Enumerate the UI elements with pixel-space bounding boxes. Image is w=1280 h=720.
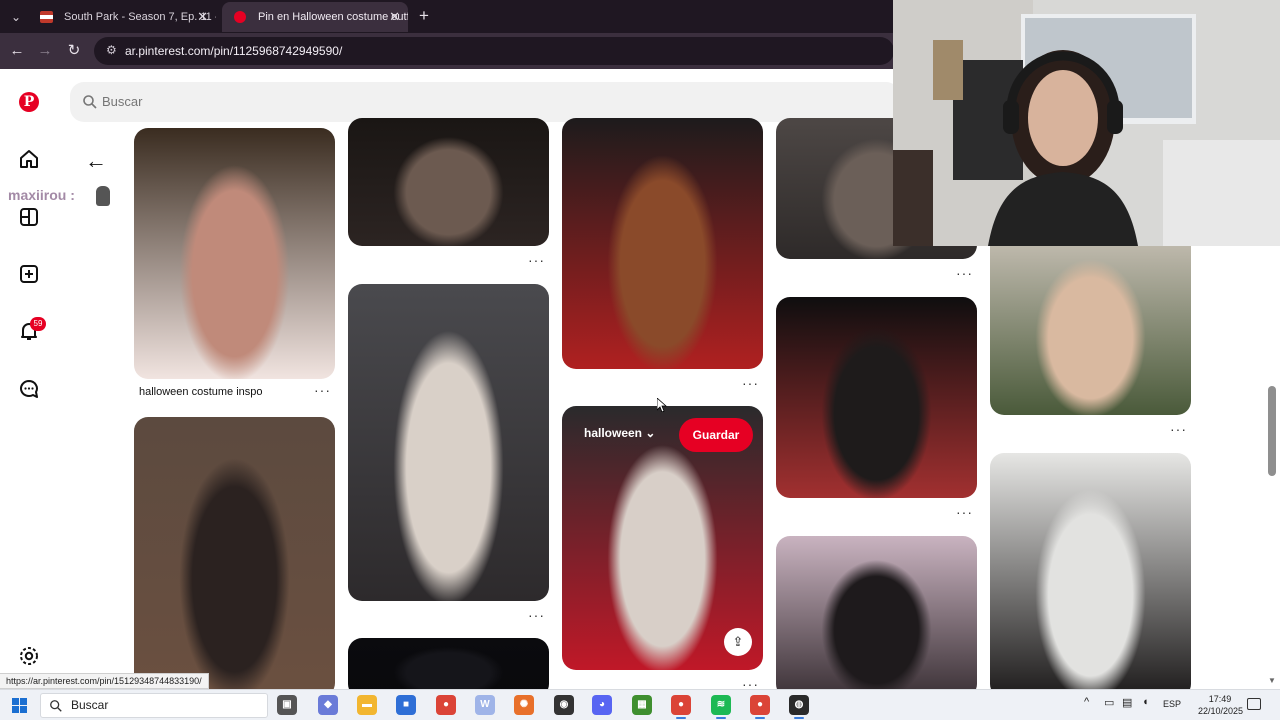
pin-caption: halloween costume inspo <box>139 386 263 398</box>
input-language[interactable]: ESP <box>1163 699 1181 709</box>
spotify-icon[interactable]: ≋ <box>711 695 731 719</box>
microsoft-store-icon[interactable]: ■ <box>396 695 416 715</box>
tab-pinterest[interactable]: Pin en Halloween costume outf ✕ <box>222 2 408 32</box>
pin-more-options-icon[interactable]: ··· <box>528 252 545 268</box>
explore-icon[interactable] <box>17 205 41 229</box>
site-settings-icon[interactable]: ⚙ <box>106 43 122 59</box>
settings-gear-icon[interactable] <box>17 644 41 668</box>
pinterest-favicon-icon <box>234 11 246 23</box>
messages-icon[interactable] <box>17 377 41 401</box>
pin-image[interactable] <box>348 118 549 246</box>
recording-icon[interactable]: ◍ <box>789 695 809 719</box>
chrome-icon[interactable]: ● <box>436 695 456 715</box>
clock-date: 22/10/2025 <box>1198 706 1244 716</box>
chevron-down-icon: ⌄ <box>645 426 656 440</box>
file-explorer-icon[interactable]: ▬ <box>357 695 377 715</box>
scroll-down-arrow-icon[interactable]: ▼ <box>1266 676 1278 686</box>
pin-image[interactable] <box>990 453 1191 698</box>
pin-more-options-icon[interactable]: ··· <box>956 504 973 520</box>
close-tab-icon[interactable]: ✕ <box>197 2 208 32</box>
obs-icon[interactable]: ◉ <box>554 695 574 715</box>
tray-overflow-chevron-icon[interactable]: ^ <box>1084 696 1089 708</box>
pinterest-search-bar[interactable]: Buscar <box>70 82 900 122</box>
back-button[interactable]: ← <box>7 41 27 61</box>
windows-start-icon[interactable] <box>12 698 27 713</box>
clock-time: 17:49 <box>1208 694 1232 704</box>
pin-image[interactable] <box>776 297 977 498</box>
stream-overlay-username: maxiirou : <box>8 187 75 203</box>
taskbar-search-box[interactable]: Buscar <box>40 693 268 718</box>
status-bar-url: https://ar.pinterest.com/pin/15129348744… <box>0 673 209 689</box>
close-tab-icon[interactable]: ✕ <box>389 2 400 32</box>
pin-more-options-icon[interactable]: ··· <box>956 265 973 281</box>
notification-center-icon[interactable] <box>1247 698 1261 710</box>
chrome-profile-icon[interactable]: ● <box>671 695 691 719</box>
url-bar[interactable]: ⚙ ar.pinterest.com/pin/1125968742949590/ <box>94 37 894 65</box>
pin-image[interactable] <box>134 417 335 697</box>
skull-icon <box>96 186 110 206</box>
copilot-icon[interactable]: ◆ <box>318 695 338 715</box>
save-button[interactable]: Guardar <box>679 418 753 452</box>
network-icon[interactable]: ▤ <box>1122 696 1132 709</box>
pin-image[interactable] <box>134 128 335 379</box>
volume-icon[interactable]: ◖ <box>1142 696 1149 708</box>
board-name: halloween <box>584 426 643 440</box>
url-text: ar.pinterest.com/pin/1125968742949590/ <box>125 44 343 58</box>
sun-app-icon[interactable]: ✺ <box>514 695 534 715</box>
webcam-overlay <box>893 0 1280 246</box>
pin-more-options-icon[interactable]: ··· <box>528 607 545 623</box>
tab-south-park[interactable]: South Park - Season 7, Ep. 11 - ✕ <box>28 2 216 32</box>
pin-image[interactable] <box>990 232 1191 415</box>
task-view-icon[interactable]: ▣ <box>277 695 297 715</box>
pin-image[interactable] <box>776 536 977 698</box>
pin-more-options-icon[interactable]: ··· <box>1170 421 1187 437</box>
pinterest-sidebar: P 59 <box>0 69 58 689</box>
system-clock[interactable]: 17:49 22/10/2025 <box>1198 693 1244 717</box>
pin-more-options-icon[interactable]: ··· <box>314 382 331 398</box>
create-icon[interactable] <box>17 262 41 286</box>
new-tab-button[interactable]: + <box>414 5 434 27</box>
pin-image[interactable] <box>562 118 763 369</box>
search-icon <box>50 700 62 712</box>
back-arrow-icon[interactable]: ← <box>82 147 110 175</box>
windows-taskbar: Buscar ▣ ◆ ▬ ■ ● W ✺ ◉ ◕ ▦ ● ≋ ● ◍ ^ ▭ ▤ ◖ ESP 17:49 … <box>0 689 1280 720</box>
mouse-cursor-icon <box>657 398 667 412</box>
pin-more-options-icon[interactable]: ··· <box>742 375 759 391</box>
pin-image[interactable] <box>348 284 549 601</box>
search-icon <box>83 95 97 109</box>
webcam-image <box>893 0 1280 246</box>
board-selector[interactable]: halloween ⌄ <box>584 426 655 440</box>
tab-search-chevron-icon[interactable]: ⌄ <box>6 7 26 27</box>
tab-title: South Park - Season 7, Ep. 11 - <box>64 11 216 23</box>
notification-count-badge: 59 <box>30 317 46 331</box>
tab-title: Pin en Halloween costume outf <box>258 11 408 23</box>
chrome-alt-icon[interactable]: ● <box>750 695 770 719</box>
minecraft-icon[interactable]: ▦ <box>632 695 652 715</box>
tablet-icon[interactable]: ▭ <box>1104 696 1114 709</box>
word-icon[interactable]: W <box>475 695 495 715</box>
search-placeholder: Buscar <box>102 94 143 109</box>
tv-favicon-icon <box>40 11 53 23</box>
page-scrollbar-thumb[interactable] <box>1268 386 1276 476</box>
taskbar-search-placeholder: Buscar <box>71 698 109 712</box>
forward-button[interactable]: → <box>35 41 55 61</box>
home-icon[interactable] <box>17 147 41 171</box>
discord-icon[interactable]: ◕ <box>592 695 612 715</box>
reload-button[interactable]: ↻ <box>64 41 84 61</box>
pinterest-logo-icon[interactable]: P <box>19 92 39 112</box>
share-icon[interactable]: ⇪ <box>724 628 752 656</box>
